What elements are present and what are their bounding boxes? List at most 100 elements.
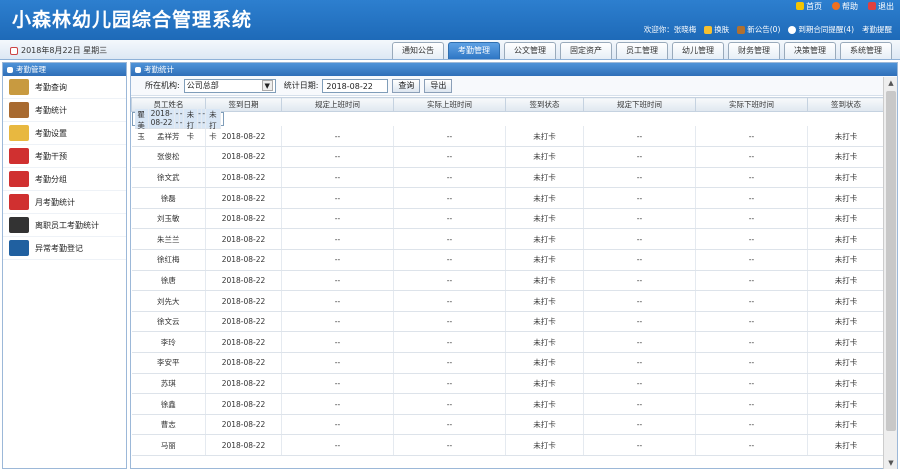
table-row[interactable]: 徐磊 2018-08-22 -- -- 未打卡 -- -- 未打卡 xyxy=(131,187,884,209)
tab-finance[interactable]: 财务管理 xyxy=(728,42,780,59)
scroll-up-icon[interactable]: ▲ xyxy=(884,77,898,89)
column-header[interactable]: 实际上班时间 xyxy=(393,97,506,112)
delete-doc-icon xyxy=(9,148,29,164)
home-link[interactable]: 首页 xyxy=(796,0,822,12)
table-row[interactable]: 苏琪 2018-08-22 -- -- 未打卡 -- -- 未打卡 xyxy=(131,373,884,395)
sidebar-item-5[interactable]: 月考勤统计 xyxy=(3,191,126,214)
delete-doc-icon xyxy=(9,171,29,187)
column-header[interactable]: 规定下班时间 xyxy=(583,97,696,112)
delete-doc-icon xyxy=(9,194,29,210)
table-cell: 未打卡 xyxy=(807,434,884,456)
attendance-table-wrap: 员工姓名 签到日期 规定上班时间 实际上班时间 签到状态 规定下班时间 实际下班时间 签到状态… xyxy=(131,97,884,469)
table-cell: -- xyxy=(583,187,696,209)
notice-link[interactable]: 新公告(0) xyxy=(737,24,780,35)
table-row[interactable]: 李安平 2018-08-22 -- -- 未打卡 -- -- 未打卡 xyxy=(131,352,884,374)
table-cell: 2018-08-22 xyxy=(205,167,282,189)
table-row[interactable]: 徐文云 2018-08-22 -- -- 未打卡 -- -- 未打卡 xyxy=(131,311,884,333)
user-icon xyxy=(9,240,29,256)
table-cell: 未打卡 xyxy=(807,167,884,189)
table-scrollbar[interactable]: ▲ ▼ xyxy=(883,77,897,469)
table-row[interactable]: 刘玉敏 2018-08-22 -- -- 未打卡 -- -- 未打卡 xyxy=(131,208,884,230)
table-row[interactable]: 徐唐 2018-08-22 -- -- 未打卡 -- -- 未打卡 xyxy=(131,270,884,292)
sidebar-item-4[interactable]: 考勤分组 xyxy=(3,168,126,191)
table-cell: -- xyxy=(583,270,696,292)
table-row[interactable]: 朱兰兰 2018-08-22 -- -- 未打卡 -- -- 未打卡 xyxy=(131,228,884,251)
home-icon xyxy=(796,2,804,10)
table-row[interactable]: 瞿美玉 2018-08-22 -- -- 未打卡 -- -- 未打卡 xyxy=(131,108,224,141)
column-header[interactable]: 实际下班时间 xyxy=(695,97,808,112)
table-cell: 未打卡 xyxy=(505,270,584,292)
table-cell: 2018-08-22 xyxy=(205,393,282,415)
table-cell: 2018-08-22 xyxy=(205,331,282,354)
column-header[interactable]: 规定上班时间 xyxy=(281,97,394,112)
exit-icon xyxy=(868,2,876,10)
tab-notice[interactable]: 通知公告 xyxy=(392,42,444,59)
exit-link[interactable]: 退出 xyxy=(868,0,894,12)
help-link[interactable]: 帮助 xyxy=(832,0,858,12)
table-cell: 徐文云 xyxy=(131,311,206,333)
table-cell: -- xyxy=(281,270,394,292)
table-cell: 未打卡 xyxy=(807,187,884,209)
scroll-thumb[interactable] xyxy=(886,91,896,431)
table-cell: -- xyxy=(281,167,394,189)
sidebar-item-1[interactable]: 考勤统计 xyxy=(3,99,126,122)
switch-skin-link[interactable]: 换肤 xyxy=(704,24,729,35)
attendance-tip[interactable]: 考勤提醒 xyxy=(862,24,892,35)
table-cell: -- xyxy=(583,414,696,436)
org-select[interactable]: 公司总部 ▼ xyxy=(183,78,276,93)
sidebar-item-7[interactable]: 异常考勤登记 xyxy=(3,237,126,260)
column-header[interactable]: 签到状态 xyxy=(807,97,884,112)
table-cell: -- xyxy=(281,228,394,251)
table-cell: -- xyxy=(281,187,394,209)
table-row[interactable]: 徐鑫 2018-08-22 -- -- 未打卡 -- -- 未打卡 xyxy=(131,393,884,415)
tab-system[interactable]: 系统管理 xyxy=(840,42,892,59)
table-cell: 徐磊 xyxy=(131,187,206,209)
table-cell: 徐唐 xyxy=(131,270,206,292)
main-panel: 考勤统计 所在机构: 公司总部 ▼ 统计日期: 2018-08-22 查询 导出… xyxy=(130,62,898,469)
table-cell: 李玲 xyxy=(131,331,206,354)
table-cell: -- xyxy=(695,352,808,374)
table-cell: 未打卡 xyxy=(505,228,584,251)
table-cell: -- xyxy=(695,146,808,168)
table-cell: 未打卡 xyxy=(807,311,884,333)
tab-staff[interactable]: 员工管理 xyxy=(616,42,668,59)
table-row[interactable]: 孟祥芳 2018-08-22 -- -- 未打卡 -- -- 未打卡 xyxy=(131,126,884,148)
table-row[interactable]: 李玲 2018-08-22 -- -- 未打卡 -- -- 未打卡 xyxy=(131,331,884,354)
chevron-down-icon[interactable]: ▼ xyxy=(261,80,273,91)
reminder-link[interactable]: 到期合同提醒(4) xyxy=(788,24,854,35)
table-cell: -- xyxy=(281,393,394,415)
table-cell: 2018-08-22 xyxy=(205,146,282,168)
table-cell: -- xyxy=(393,146,506,168)
table-row[interactable]: 刘先大 2018-08-22 -- -- 未打卡 -- -- 未打卡 xyxy=(131,290,884,312)
sidebar-item-label: 考勤分组 xyxy=(35,174,67,184)
table-row[interactable]: 张俊松 2018-08-22 -- -- 未打卡 -- -- 未打卡 xyxy=(131,146,884,168)
table-row[interactable]: 曹志 2018-08-22 -- -- 未打卡 -- -- 未打卡 xyxy=(131,414,884,436)
column-header[interactable]: 签到状态 xyxy=(505,97,584,112)
table-row[interactable]: 徐红梅 2018-08-22 -- -- 未打卡 -- -- 未打卡 xyxy=(131,249,884,271)
query-button[interactable]: 查询 xyxy=(392,78,421,93)
table-cell: 未打卡 xyxy=(807,208,884,230)
tab-children[interactable]: 幼儿管理 xyxy=(672,42,724,59)
table-cell: 未打卡 xyxy=(505,290,584,312)
sidebar-item-0[interactable]: 考勤查询 xyxy=(3,76,126,99)
tab-decision[interactable]: 决策管理 xyxy=(784,42,836,59)
date-input[interactable]: 2018-08-22 xyxy=(322,78,389,93)
sidebar-item-3[interactable]: 考勤干预 xyxy=(3,145,126,168)
tab-documents[interactable]: 公文管理 xyxy=(504,42,556,59)
table-row[interactable]: 徐文武 2018-08-22 -- -- 未打卡 -- -- 未打卡 xyxy=(131,167,884,189)
sidebar-item-label: 异常考勤登记 xyxy=(35,243,83,253)
table-row[interactable]: 马丽 2018-08-22 -- -- 未打卡 -- -- 未打卡 xyxy=(131,434,884,456)
table-cell: 未打卡 xyxy=(807,290,884,312)
tab-attendance[interactable]: 考勤管理 xyxy=(448,42,500,59)
sidebar-item-label: 考勤设置 xyxy=(35,128,67,138)
sidebar-item-6[interactable]: 离职员工考勤统计 xyxy=(3,214,126,237)
tab-assets[interactable]: 固定资产 xyxy=(560,42,612,59)
table-cell: -- xyxy=(583,311,696,333)
table-cell: 未打卡 xyxy=(807,352,884,374)
table-cell: 未打卡 xyxy=(807,393,884,415)
table-cell: 未打卡 xyxy=(505,167,584,189)
scroll-down-icon[interactable]: ▼ xyxy=(884,457,898,469)
export-button[interactable]: 导出 xyxy=(424,78,453,93)
table-cell: -- xyxy=(583,208,696,230)
sidebar-item-2[interactable]: 考勤设置 xyxy=(3,122,126,145)
